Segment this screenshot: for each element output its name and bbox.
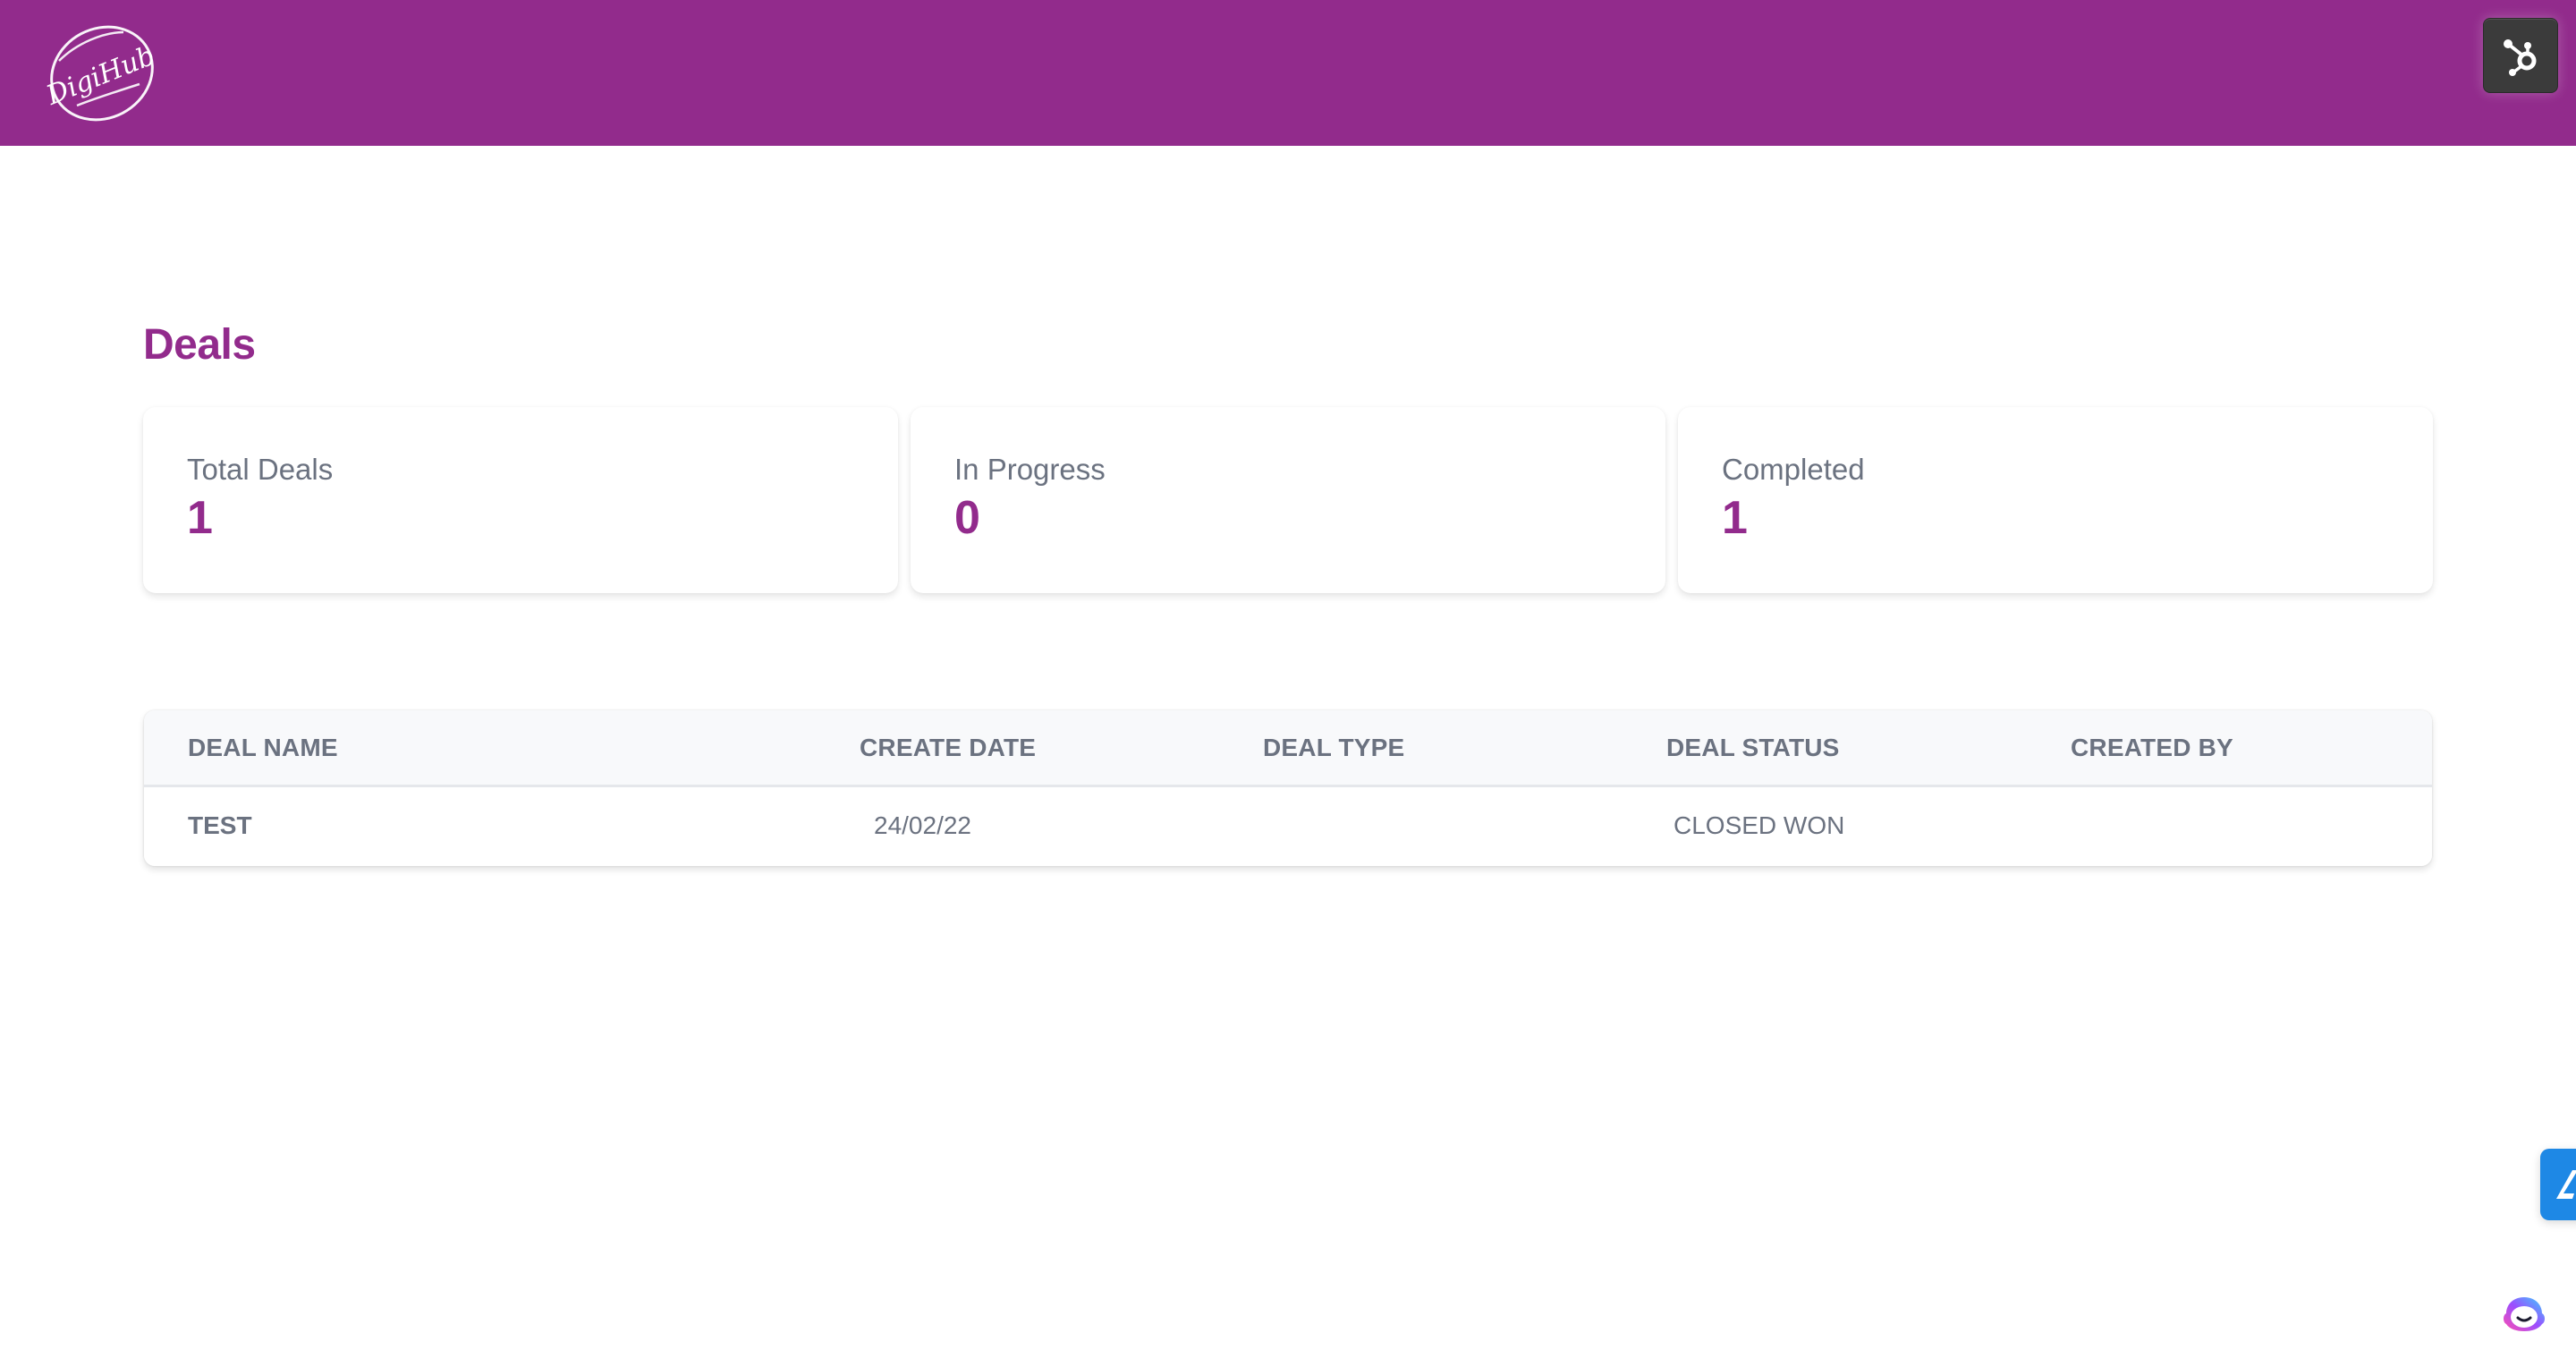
column-header-deal-status[interactable]: DEAL STATUS xyxy=(1666,734,1840,762)
column-header-created-by[interactable]: CREATED BY xyxy=(2071,734,2233,762)
stats-cards: Total Deals 1 In Progress 0 Completed 1 xyxy=(143,407,2433,593)
svg-text:DigiHub: DigiHub xyxy=(41,40,159,112)
stat-value: 0 xyxy=(954,492,980,544)
digihub-logo[interactable]: DigiHub xyxy=(41,16,163,129)
stat-card-in-progress: In Progress 0 xyxy=(911,407,1665,593)
table-header: DEAL NAME CREATE DATE DEAL TYPE DEAL STA… xyxy=(144,710,2432,787)
feedback-widget-button[interactable] xyxy=(2540,1149,2576,1220)
stat-value: 1 xyxy=(1722,492,1748,544)
stat-value: 1 xyxy=(187,492,213,544)
cell-create-date: 24/02/22 xyxy=(874,811,971,839)
page-title: Deals xyxy=(143,321,256,369)
chat-bot-button[interactable] xyxy=(2501,1294,2547,1333)
stat-card-total-deals: Total Deals 1 xyxy=(143,407,898,593)
top-navigation-bar: DigiHub xyxy=(0,0,2576,146)
stat-label: In Progress xyxy=(954,453,1106,486)
column-header-create-date[interactable]: CREATE DATE xyxy=(860,734,1036,762)
table-row[interactable]: TEST 24/02/22 CLOSED WON xyxy=(144,790,2432,866)
deals-table: DEAL NAME CREATE DATE DEAL TYPE DEAL STA… xyxy=(144,710,2432,866)
column-header-deal-type[interactable]: DEAL TYPE xyxy=(1263,734,1404,762)
hubspot-sprocket-icon xyxy=(2504,39,2537,76)
stat-label: Total Deals xyxy=(187,453,334,486)
cell-deal-name: TEST xyxy=(188,811,252,839)
column-header-deal-name[interactable]: DEAL NAME xyxy=(188,734,338,762)
stat-card-completed: Completed 1 xyxy=(1678,407,2433,593)
digihub-logo-icon: DigiHub xyxy=(41,25,159,122)
chat-bot-icon xyxy=(2504,1297,2545,1331)
cell-deal-status: CLOSED WON xyxy=(1674,811,1845,839)
stat-label: Completed xyxy=(1722,453,1865,486)
feedback-widget-icon xyxy=(2556,1170,2576,1199)
hubspot-button[interactable] xyxy=(2483,18,2558,93)
